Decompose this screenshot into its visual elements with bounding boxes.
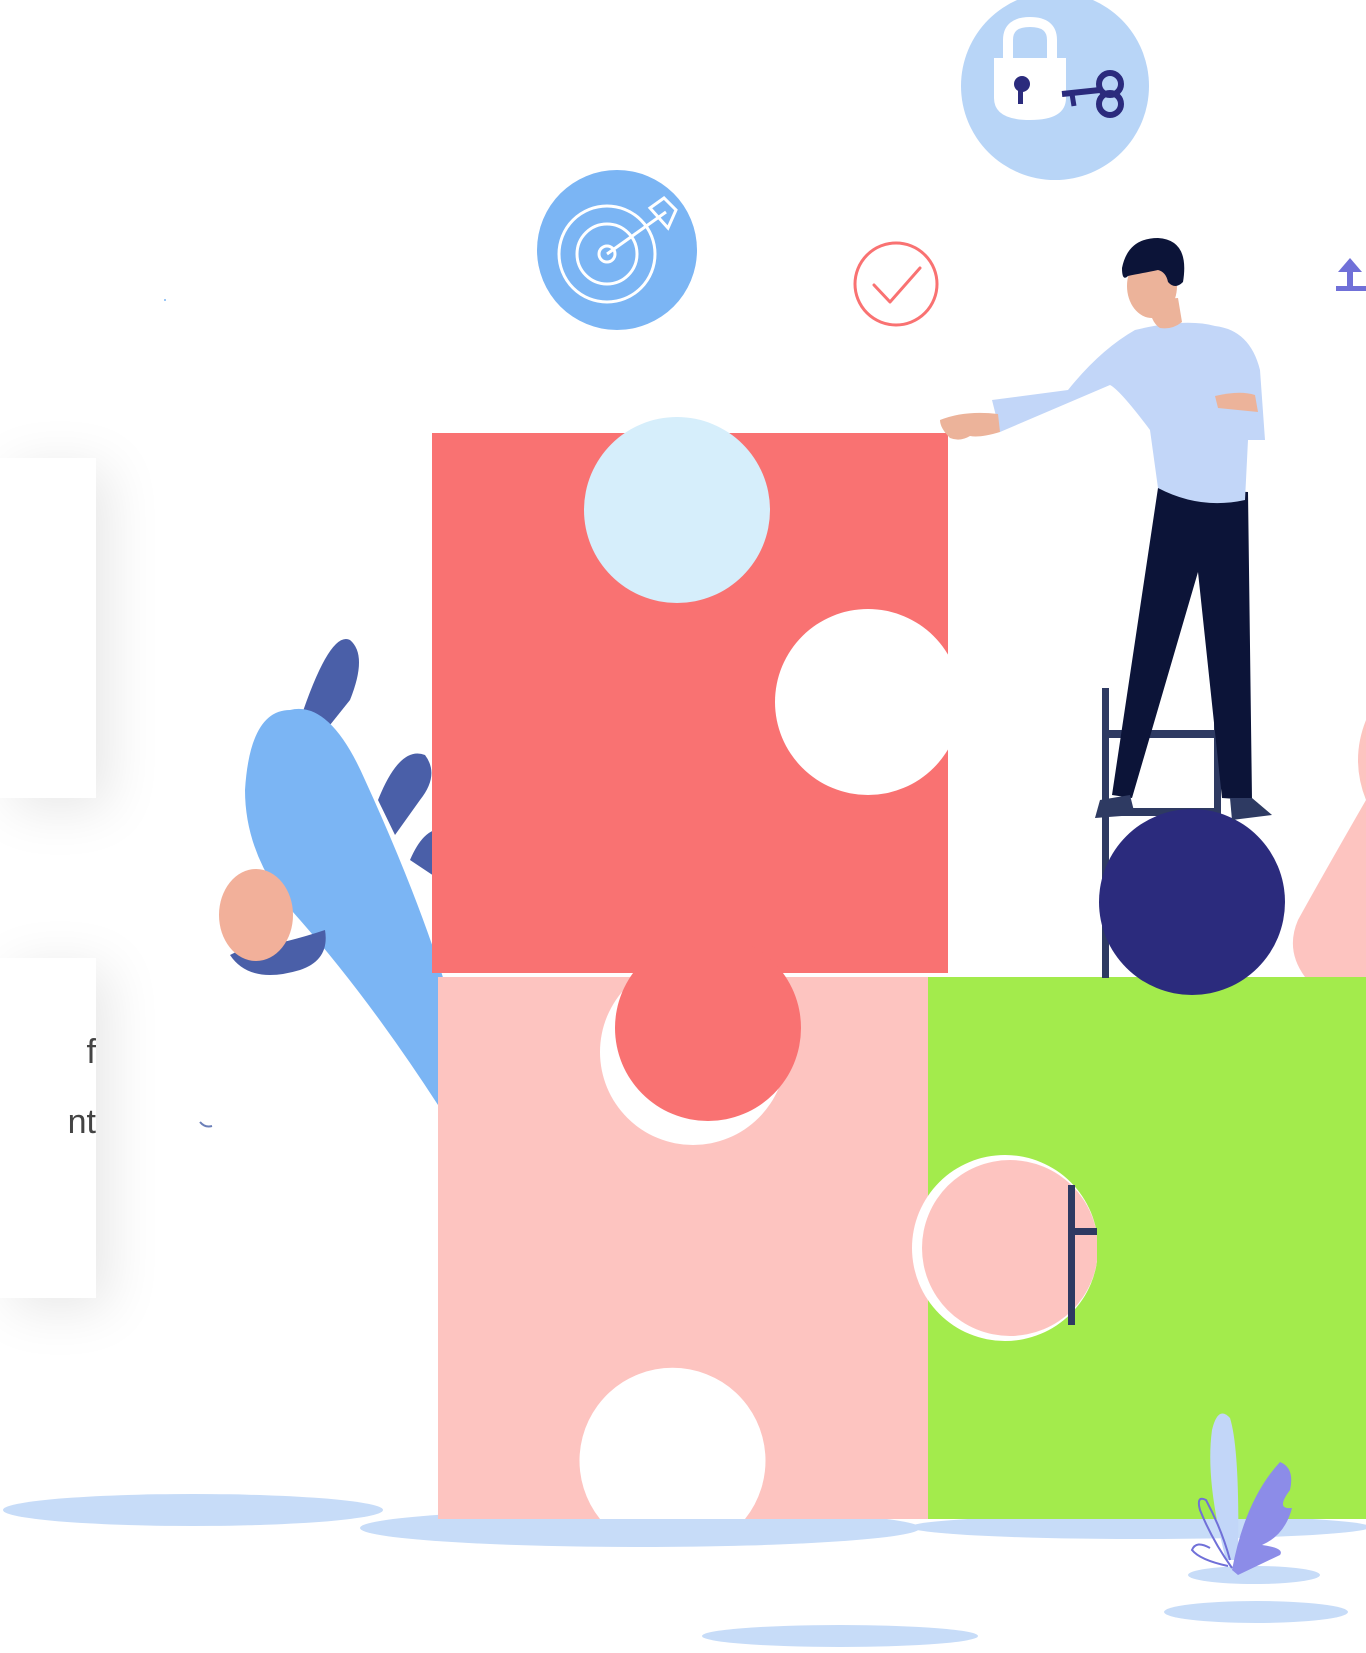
lock-body <box>994 58 1066 120</box>
navy-ball <box>1099 809 1285 995</box>
man-hand <box>940 412 1000 440</box>
pink-drop-shape <box>1292 720 1366 977</box>
puzzle-piece-pink <box>438 935 928 1519</box>
green-overlap <box>1097 1185 1103 1325</box>
ground-shadow <box>3 1494 383 1526</box>
falling-person-figure <box>199 639 450 1128</box>
lock-keyhole-slot <box>1018 86 1023 104</box>
ground-shadow <box>1164 1601 1348 1623</box>
puzzle-teamwork-illustration <box>3 0 1366 1647</box>
lock-and-key-icon <box>961 0 1149 180</box>
man-shoe <box>1230 798 1272 820</box>
person-detail <box>199 1121 213 1128</box>
puzzle-red-top-notch <box>584 417 770 603</box>
puzzle-red-right-notch <box>775 609 961 795</box>
ladder-leg-lower <box>1068 1185 1075 1325</box>
key-shaft <box>1061 87 1101 97</box>
target-icon <box>537 170 697 330</box>
key-tooth <box>1069 93 1077 107</box>
ground-shadow <box>1188 1566 1320 1584</box>
person-head <box>219 869 293 961</box>
man-shoe <box>1095 795 1135 818</box>
man-trousers <box>1112 488 1252 800</box>
ladder-rung-lower <box>1075 1228 1097 1235</box>
checkmark-tick <box>872 266 922 304</box>
ground-shadow <box>702 1625 978 1647</box>
upload-arrow-head <box>1338 258 1362 272</box>
person-leg <box>378 753 432 835</box>
puzzle-red-tab <box>615 935 801 1121</box>
puzzle-piece-green <box>912 977 1366 1519</box>
puzzle-piece-red <box>432 417 961 973</box>
upload-arrow-icon <box>1336 258 1366 291</box>
ladder-rung <box>1102 730 1221 738</box>
checkmark-icon <box>853 241 939 327</box>
upload-arrow-base <box>1336 286 1366 291</box>
decorative-dot <box>164 299 166 301</box>
man-shirt <box>992 322 1265 504</box>
target-icon-bg <box>537 170 697 330</box>
upload-arrow-stem <box>1347 272 1353 286</box>
checkmark-ring <box>853 241 939 327</box>
